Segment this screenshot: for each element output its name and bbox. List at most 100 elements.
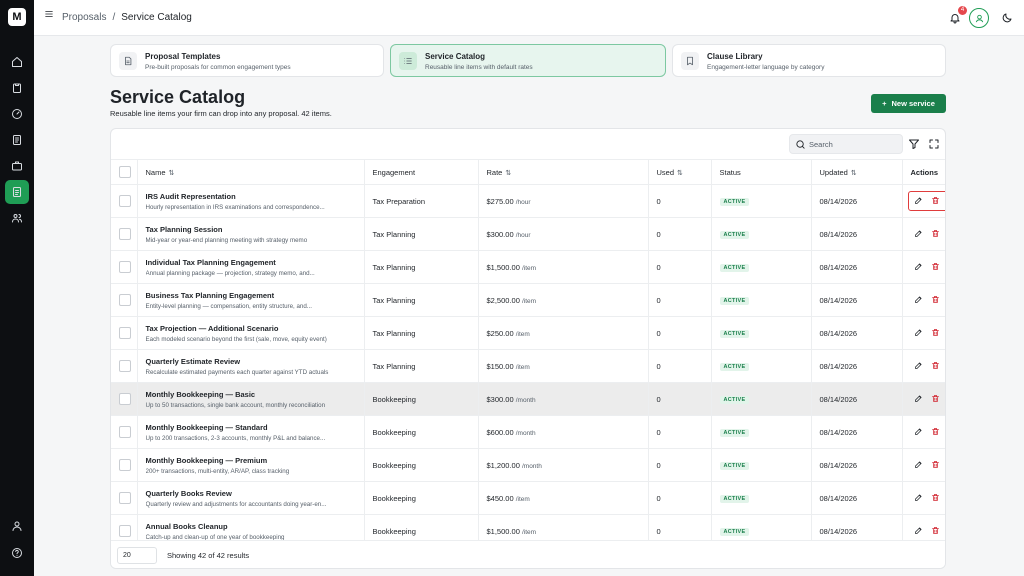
row-checkbox[interactable] <box>119 459 131 471</box>
service-name[interactable]: Tax Planning Session <box>146 225 356 234</box>
proposals-icon[interactable] <box>5 180 29 204</box>
profile-icon[interactable] <box>5 514 29 538</box>
row-actions <box>911 356 946 376</box>
trash-icon[interactable] <box>931 427 940 438</box>
name-cell: Quarterly Books Review Quarterly review a… <box>137 481 365 515</box>
edit-icon[interactable] <box>914 196 923 207</box>
gauge-icon[interactable] <box>5 102 29 126</box>
sort-icon[interactable]: ⇅ <box>505 170 511 177</box>
sort-icon[interactable]: ⇅ <box>169 170 175 177</box>
trash-icon[interactable] <box>931 493 940 504</box>
edit-icon[interactable] <box>914 460 923 471</box>
search-input[interactable] <box>809 137 899 151</box>
edit-icon[interactable] <box>914 427 923 438</box>
row-checkbox[interactable] <box>119 492 131 504</box>
column-header-updated[interactable]: Updated ⇅ <box>811 159 903 185</box>
service-description: Each modeled scenario beyond the first (… <box>145 335 327 343</box>
trash-icon[interactable] <box>931 394 940 405</box>
edit-icon[interactable] <box>914 295 923 306</box>
filter-icon[interactable] <box>908 137 922 151</box>
column-header-name[interactable]: Name ⇅ <box>137 159 365 185</box>
table-row[interactable]: Tax Projection — Additional Scenario Each… <box>111 316 945 350</box>
tab-proposal-templates[interactable]: Proposal Templates Pre-built proposals f… <box>110 44 384 77</box>
trash-icon[interactable] <box>931 229 940 240</box>
top-bar: Proposals / Service Catalog 4 <box>34 0 1024 36</box>
service-name[interactable]: Monthly Bookkeeping — Basic <box>146 390 356 399</box>
edit-icon[interactable] <box>914 229 923 240</box>
trash-icon[interactable] <box>931 460 940 471</box>
page-size-select[interactable]: 20 <box>117 547 157 564</box>
moon-icon[interactable] <box>998 9 1016 27</box>
trash-icon[interactable] <box>931 361 940 372</box>
menu-icon[interactable] <box>44 9 54 19</box>
rate-value: $1,500.00 <box>486 262 520 272</box>
service-name[interactable]: Individual Tax Planning Engagement <box>146 258 356 267</box>
rate-unit: /item <box>515 495 530 503</box>
help-icon[interactable] <box>5 541 29 565</box>
table-row[interactable]: Monthly Bookkeeping — Standard Up to 200 … <box>111 415 945 449</box>
service-name[interactable]: Quarterly Estimate Review <box>146 357 356 366</box>
row-checkbox[interactable] <box>119 360 131 372</box>
table-row[interactable]: Business Tax Planning Engagement Entity-l… <box>111 283 945 317</box>
edit-icon[interactable] <box>914 328 923 339</box>
table-row[interactable]: Tax Planning Session Mid-year or year-end… <box>111 217 945 251</box>
table-row[interactable]: Quarterly Books Review Quarterly review a… <box>111 481 945 515</box>
row-checkbox[interactable] <box>119 261 131 273</box>
service-name[interactable]: Annual Books Cleanup <box>146 522 356 531</box>
table-row[interactable]: Individual Tax Planning Engagement Annual… <box>111 250 946 284</box>
clipboard-icon[interactable] <box>5 76 29 100</box>
select-all-checkbox[interactable] <box>119 166 131 178</box>
table-row[interactable]: Monthly Bookkeeping — Premium 200+ transa… <box>111 448 945 482</box>
sort-icon[interactable]: ⇅ <box>677 170 683 177</box>
service-name[interactable]: Monthly Bookkeeping — Premium <box>146 456 356 465</box>
trash-icon[interactable] <box>931 526 940 537</box>
list-doc-icon[interactable] <box>5 128 29 152</box>
row-checkbox[interactable] <box>119 327 131 339</box>
service-name[interactable]: Business Tax Planning Engagement <box>146 291 356 300</box>
sort-icon[interactable]: ⇅ <box>851 170 857 177</box>
service-name[interactable]: Tax Projection — Additional Scenario <box>146 324 356 333</box>
engagement-cell: Bookkeeping <box>364 448 479 482</box>
fullscreen-icon[interactable] <box>928 137 942 151</box>
home-icon[interactable] <box>5 50 29 74</box>
search-box[interactable] <box>789 134 903 154</box>
service-table: Name ⇅ Engagement Rate ⇅ Used ⇅ Status Upda… <box>111 159 946 548</box>
row-checkbox[interactable] <box>119 525 131 537</box>
table-row[interactable]: Quarterly Estimate Review Recalculate est… <box>111 349 946 383</box>
edit-icon[interactable] <box>914 262 923 273</box>
app-logo[interactable]: M <box>8 8 26 26</box>
new-service-button[interactable]: + New service <box>871 94 946 113</box>
avatar[interactable] <box>969 8 989 28</box>
row-checkbox[interactable] <box>119 294 131 306</box>
row-checkbox[interactable] <box>119 426 131 438</box>
service-name[interactable]: Quarterly Books Review <box>146 489 356 498</box>
tab-service-catalog[interactable]: Service Catalog Reusable line items with… <box>390 44 666 77</box>
service-name[interactable]: IRS Audit Representation <box>146 192 356 201</box>
table-row[interactable]: Monthly Bookkeeping — Basic Up to 50 tran… <box>111 382 945 416</box>
row-actions <box>911 257 946 277</box>
rate-cell: $600.00 /month <box>478 415 649 449</box>
column-label: Actions <box>910 167 939 177</box>
edit-icon[interactable] <box>914 394 923 405</box>
trash-icon[interactable] <box>931 262 940 273</box>
edit-icon[interactable] <box>914 493 923 504</box>
row-checkbox[interactable] <box>119 393 131 405</box>
edit-icon[interactable] <box>914 361 923 372</box>
trash-icon[interactable] <box>931 196 940 207</box>
status-cell: ACTIVE <box>711 217 812 251</box>
updated-cell: 08/14/2026 <box>811 382 903 416</box>
column-header-rate[interactable]: Rate ⇅ <box>478 159 649 185</box>
column-header-used[interactable]: Used ⇅ <box>648 159 712 185</box>
row-select-cell <box>111 448 138 482</box>
row-checkbox[interactable] <box>119 228 131 240</box>
service-name[interactable]: Monthly Bookkeeping — Standard <box>146 423 356 432</box>
row-checkbox[interactable] <box>119 195 131 207</box>
breadcrumb-proposals[interactable]: Proposals <box>62 12 106 23</box>
table-row[interactable]: IRS Audit Representation Hourly represent… <box>111 184 945 218</box>
briefcase-icon[interactable] <box>5 154 29 178</box>
tab-clause-library[interactable]: Clause Library Engagement-letter languag… <box>672 44 946 77</box>
trash-icon[interactable] <box>931 295 940 306</box>
users-icon[interactable] <box>5 206 29 230</box>
trash-icon[interactable] <box>931 328 940 339</box>
edit-icon[interactable] <box>914 526 923 537</box>
